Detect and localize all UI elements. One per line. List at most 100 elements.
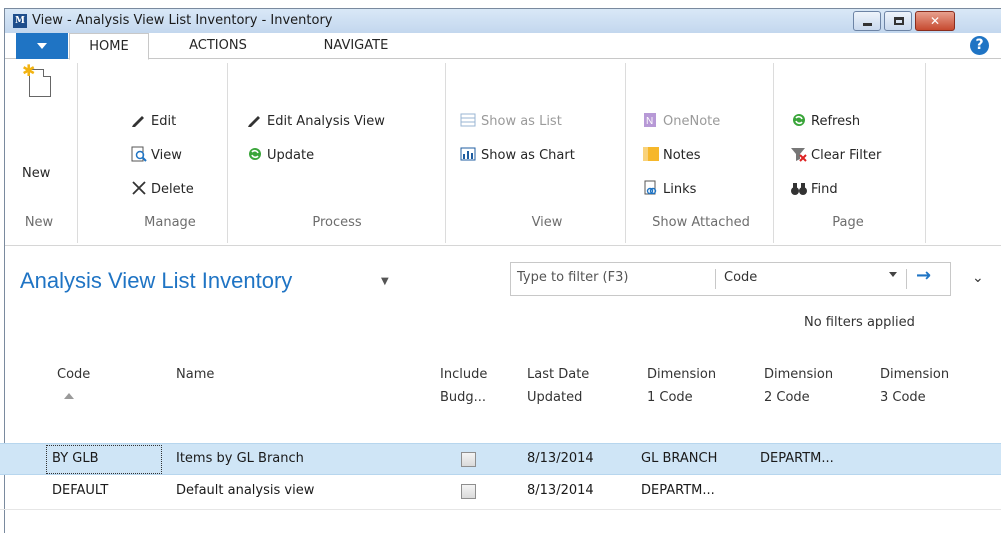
cell-code[interactable]: BY GLB — [52, 451, 99, 466]
chevron-down-icon — [37, 43, 47, 49]
group-label-page: Page — [832, 215, 864, 230]
edit-button[interactable]: Edit — [130, 111, 176, 133]
header-line: Dimension — [880, 367, 950, 382]
group-label-view: View — [531, 215, 563, 230]
cell-dimension-2-code[interactable]: DEPARTM... — [760, 451, 834, 466]
tab-home[interactable]: HOME — [69, 33, 149, 60]
filter-divider — [715, 269, 716, 289]
tab-actions[interactable]: ACTIONS — [173, 33, 263, 59]
cell-name[interactable]: Items by GL Branch — [176, 451, 304, 466]
links-label: Links — [663, 182, 697, 197]
group-label-new: New — [24, 215, 54, 230]
delete-label: Delete — [151, 182, 194, 197]
show-as-list-button[interactable]: Show as List — [460, 111, 562, 133]
help-icon[interactable]: ? — [970, 36, 989, 55]
svg-text:N: N — [646, 116, 653, 127]
ribbon: ✱ New New Edit View Delete Manage Edit A… — [5, 59, 1001, 247]
refresh-label: Refresh — [811, 114, 861, 129]
title-menu-caret-icon[interactable]: ▼ — [381, 276, 389, 287]
binoculars-icon — [790, 180, 808, 196]
group-label-process: Process — [312, 215, 362, 230]
minimize-icon — [863, 23, 872, 26]
delete-button[interactable]: Delete — [130, 179, 194, 201]
header-line: 1 Code — [647, 390, 693, 405]
maximize-button[interactable] — [884, 11, 912, 31]
column-header-dimension-2-code[interactable]: Dimension 2 Code — [764, 366, 833, 407]
view-label: View — [151, 148, 182, 163]
edit-analysis-view-label: Edit Analysis View — [267, 114, 385, 129]
column-header-dimension-1-code[interactable]: Dimension 1 Code — [647, 366, 716, 407]
ribbon-divider — [5, 245, 1001, 246]
pencil-icon — [246, 112, 264, 128]
column-header-include-budgets[interactable]: Include Budg... — [440, 366, 487, 407]
group-divider — [77, 63, 78, 243]
list-icon — [460, 112, 478, 128]
refresh-icon — [790, 112, 808, 128]
onenote-icon: N — [642, 112, 660, 128]
arrow-right-icon[interactable]: → — [916, 265, 931, 286]
maximize-icon — [894, 17, 904, 25]
close-icon: ✕ — [929, 14, 941, 28]
show-as-list-label: Show as List — [481, 114, 562, 129]
group-divider — [227, 63, 228, 243]
title-bar: M View - Analysis View List Inventory - … — [5, 9, 1001, 33]
header-line: Budg... — [440, 390, 487, 405]
column-header-code[interactable]: Code — [57, 366, 90, 384]
header-line: Dimension — [764, 367, 834, 382]
header-line: 2 Code — [764, 390, 810, 405]
clear-filter-label: Clear Filter — [811, 148, 882, 163]
pencil-icon — [130, 112, 148, 128]
view-button[interactable]: View — [130, 145, 182, 167]
new-button-label[interactable]: New — [22, 163, 50, 185]
show-as-chart-button[interactable]: Show as Chart — [460, 145, 575, 167]
include-budgets-checkbox[interactable] — [461, 452, 476, 467]
refresh-icon — [246, 146, 264, 162]
column-header-dimension-3-code[interactable]: Dimension 3 Code — [880, 366, 949, 407]
collapse-chevron-icon[interactable]: ⌄ — [972, 270, 984, 286]
column-header-name[interactable]: Name — [176, 366, 214, 384]
window-title: View - Analysis View List Inventory - In… — [32, 13, 333, 28]
notes-button[interactable]: Notes — [642, 145, 701, 167]
edit-analysis-view-button[interactable]: Edit Analysis View — [246, 111, 385, 133]
header-line: Include — [440, 367, 488, 382]
page-title: Analysis View List Inventory — [20, 268, 293, 293]
header-line: 3 Code — [880, 390, 926, 405]
cell-name[interactable]: Default analysis view — [176, 483, 314, 498]
cell-dimension-1-code[interactable]: GL BRANCH — [641, 451, 717, 466]
group-divider — [625, 63, 626, 243]
cell-dimension-1-code[interactable]: DEPARTM... — [641, 483, 715, 498]
file-menu-button[interactable] — [16, 33, 68, 59]
find-button[interactable]: Find — [790, 179, 838, 201]
column-header-last-date-updated[interactable]: Last Date Updated — [527, 366, 589, 407]
chevron-down-icon[interactable] — [889, 272, 897, 277]
link-document-icon — [642, 180, 660, 196]
group-label-show-attached: Show Attached — [652, 215, 750, 230]
include-budgets-checkbox[interactable] — [461, 484, 476, 499]
clear-filter-button[interactable]: Clear Filter — [790, 145, 881, 167]
close-button[interactable]: ✕ — [915, 11, 955, 31]
minimize-button[interactable] — [853, 11, 881, 31]
find-label: Find — [811, 182, 838, 197]
refresh-button[interactable]: Refresh — [790, 111, 860, 133]
header-line: Updated — [527, 390, 583, 405]
update-button[interactable]: Update — [246, 145, 314, 167]
header-line: Last Date — [527, 367, 590, 382]
app-logo-icon: M — [13, 14, 27, 28]
cell-code[interactable]: DEFAULT — [52, 483, 108, 498]
filter-divider — [906, 269, 907, 289]
cell-last-date-updated[interactable]: 8/13/2014 — [527, 483, 594, 498]
chart-icon — [460, 146, 478, 162]
notes-label: Notes — [663, 148, 701, 163]
show-as-chart-label: Show as Chart — [481, 148, 575, 163]
sort-ascending-icon — [64, 393, 74, 399]
onenote-button[interactable]: N OneNote — [642, 111, 720, 133]
links-button[interactable]: Links — [642, 179, 696, 201]
table-row[interactable]: BY GLB Items by GL Branch 8/13/2014 GL B… — [0, 443, 1001, 475]
table-row[interactable]: DEFAULT Default analysis view 8/13/2014 … — [0, 476, 1001, 508]
tab-navigate[interactable]: NAVIGATE — [301, 33, 411, 59]
edit-label: Edit — [151, 114, 177, 129]
group-label-manage: Manage — [144, 215, 196, 230]
filter-field-select[interactable]: Code — [724, 270, 757, 285]
cell-last-date-updated[interactable]: 8/13/2014 — [527, 451, 594, 466]
filter-input[interactable]: Type to filter (F3) — [517, 270, 628, 285]
